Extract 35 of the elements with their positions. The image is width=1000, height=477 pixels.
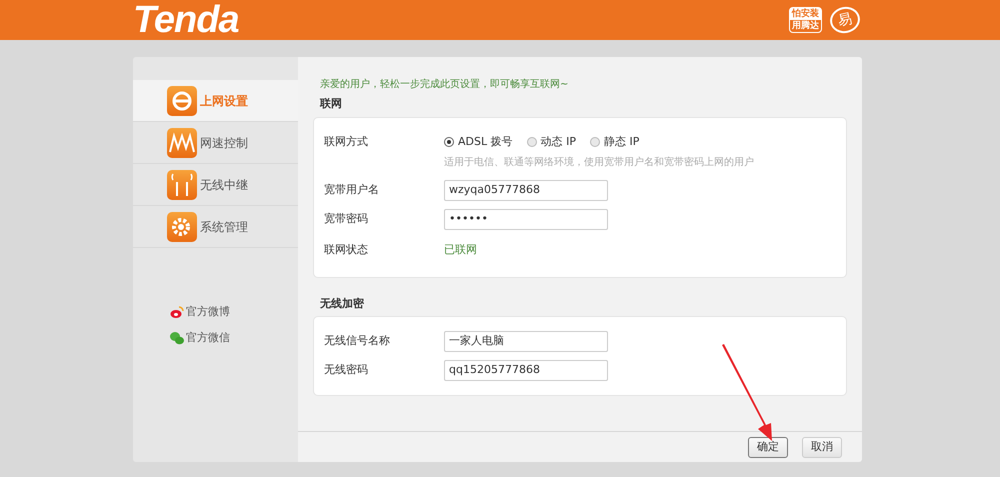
field-label: 宽带用户名 xyxy=(324,182,380,198)
hint-text: 适用于电信、联通等网络环境，使用宽带用户名和宽带密码上网的用户 xyxy=(444,156,754,170)
status-text: 已联网 xyxy=(444,242,477,258)
nav-item[interactable]: 网速控制 xyxy=(133,122,298,164)
nav-item[interactable]: 系统管理 xyxy=(133,206,298,248)
radio-button[interactable] xyxy=(444,136,454,147)
radio-label[interactable]: 动态 IP xyxy=(540,134,576,150)
social-link[interactable]: 官方微信 xyxy=(186,330,230,346)
field-label: 无线信号名称 xyxy=(324,333,391,350)
wechat-icon xyxy=(170,330,184,345)
radio-label[interactable]: ADSL 拨号 xyxy=(458,134,513,150)
field-label: 宽带密码 xyxy=(324,211,369,228)
badge: 怕安装 用腾达 xyxy=(789,7,822,33)
field-label: 联网方式 xyxy=(324,134,369,150)
brand-mark: 易 xyxy=(828,4,862,36)
gear-icon xyxy=(167,212,197,242)
wave-icon xyxy=(167,128,197,158)
weibo-icon xyxy=(170,305,184,320)
field-label: 无线密码 xyxy=(324,362,369,378)
input-field[interactable]: wzyqa05777868 xyxy=(444,180,608,201)
input-field[interactable]: qq15205777868 xyxy=(444,360,608,381)
radio-label[interactable]: 静态 IP xyxy=(604,134,640,150)
dialog-button[interactable]: 取消 xyxy=(802,436,842,458)
section-title: 联网 xyxy=(318,96,343,112)
field-label: 联网状态 xyxy=(324,242,369,258)
radio-button[interactable] xyxy=(526,136,537,147)
section-title: 无线加密 xyxy=(319,296,365,312)
input-field[interactable]: 一家人电脑 xyxy=(444,331,608,352)
nav-item[interactable]: 无线中继 xyxy=(133,164,298,206)
dialog-button[interactable]: 确定 xyxy=(748,436,788,458)
radio-button[interactable] xyxy=(590,136,600,147)
greeting-text: 亲爱的用户，轻松一步完成此页设置，即可畅享互联网~ xyxy=(319,78,570,92)
input-field[interactable]: •••••• xyxy=(444,209,608,230)
social-link[interactable]: 官方微博 xyxy=(186,304,230,320)
tenda-logo: Tenda xyxy=(133,1,239,39)
